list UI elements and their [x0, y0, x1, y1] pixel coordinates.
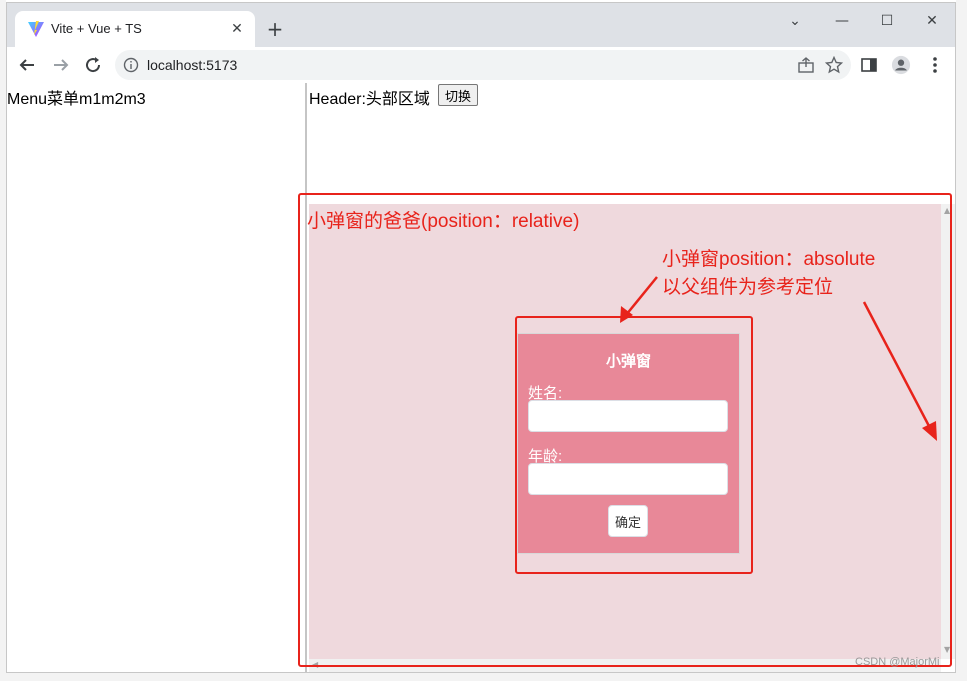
profile-icon[interactable]: [891, 55, 911, 75]
switch-button[interactable]: 切换: [438, 84, 479, 106]
menu-panel: Menu菜单m1m2m3: [7, 83, 307, 672]
browser-toolbar: localhost:5173: [7, 47, 955, 84]
vite-favicon-icon: [28, 21, 44, 37]
star-icon[interactable]: [825, 56, 843, 74]
header-panel: Header:头部区域 切换: [309, 83, 955, 203]
more-icon[interactable]: [925, 55, 945, 75]
modal-annotation-line2: 以父组件为参考定位: [662, 277, 834, 298]
menu-text: Menu菜单m1m2m3: [7, 91, 146, 108]
tab-title: Vite + Vue + TS: [51, 21, 142, 36]
address-bar[interactable]: localhost:5173: [115, 50, 851, 80]
parent-annotation-label: 小弹窗的爸爸(position：relative): [307, 211, 580, 232]
background-window-bottom: [0, 673, 967, 681]
chevron-down-icon[interactable]: ⌄: [772, 7, 818, 35]
url-text: localhost:5173: [147, 57, 238, 73]
browser-tab[interactable]: Vite + Vue + TS ✕: [15, 11, 255, 47]
background-window-right: [956, 0, 967, 681]
title-bar: Vite + Vue + TS ✕ + ⌄ — ☐ ✕: [7, 3, 955, 47]
maximize-icon[interactable]: ☐: [864, 7, 910, 35]
header-text: Header:头部区域: [309, 91, 430, 108]
window-close-icon[interactable]: ✕: [909, 7, 955, 35]
forward-icon[interactable]: [47, 51, 75, 79]
tab-close-icon[interactable]: ✕: [227, 19, 247, 39]
share-icon[interactable]: [797, 56, 815, 74]
modal-highlight-box: [515, 316, 753, 574]
side-panel-icon[interactable]: [859, 55, 879, 75]
minimize-icon[interactable]: —: [819, 7, 865, 35]
modal-annotation-line1: 小弹窗position：absolute: [662, 249, 876, 270]
watermark-text: CSDN @MajorMi: [855, 656, 940, 668]
info-icon[interactable]: [123, 57, 139, 73]
back-icon[interactable]: [13, 51, 41, 79]
reload-icon[interactable]: [79, 51, 107, 79]
new-tab-plus-icon[interactable]: +: [263, 17, 287, 41]
